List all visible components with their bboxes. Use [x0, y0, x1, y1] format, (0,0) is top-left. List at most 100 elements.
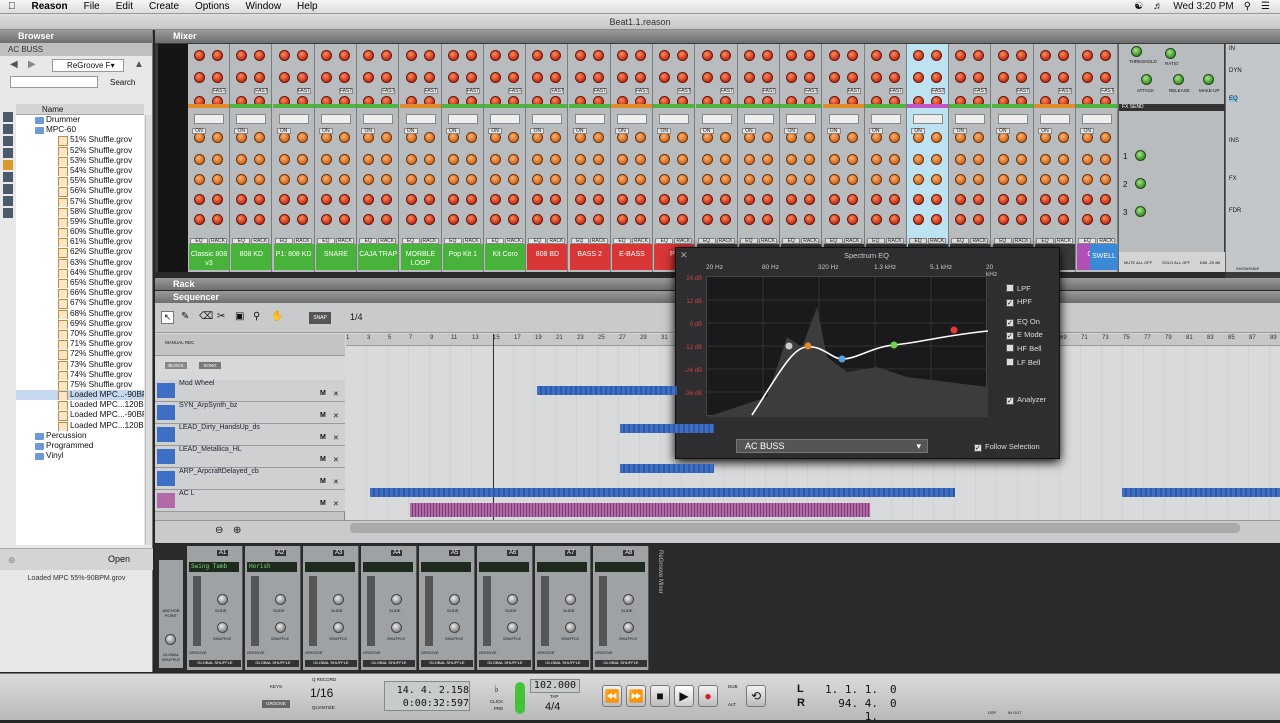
shortcut-icon[interactable]: [3, 124, 13, 134]
knob[interactable]: [1100, 214, 1112, 225]
knob[interactable]: [659, 174, 671, 185]
knob[interactable]: [677, 194, 689, 205]
shuffle-knob[interactable]: [275, 622, 286, 633]
knob[interactable]: [592, 50, 604, 61]
tree-file[interactable]: 53% Shuffle.grov: [16, 156, 144, 166]
checkbox-mark[interactable]: [1006, 284, 1014, 292]
magnify-tool-icon[interactable]: ⚲: [253, 311, 260, 322]
fast-button[interactable]: FAST: [888, 88, 903, 94]
knob[interactable]: [659, 214, 671, 225]
slide-knob[interactable]: [565, 594, 576, 605]
tree-file[interactable]: 57% Shuffle.grov: [16, 197, 144, 207]
groove-patch-display[interactable]: [421, 562, 471, 572]
tree-file[interactable]: 65% Shuffle.grov: [16, 278, 144, 289]
global-shuffle-toggle[interactable]: GLOBAL SHUFFLE: [189, 660, 241, 667]
snap-toggle[interactable]: SNAP: [309, 312, 331, 324]
tree-file[interactable]: Loaded MPC...120BPM.grov: [16, 400, 144, 411]
knob[interactable]: [931, 132, 943, 143]
groove-patch-display[interactable]: [305, 562, 355, 572]
knob[interactable]: [1015, 194, 1027, 205]
knob[interactable]: [405, 72, 417, 83]
knob[interactable]: [574, 154, 586, 165]
knob[interactable]: [1015, 214, 1027, 225]
knob[interactable]: [1100, 174, 1112, 185]
tree-file[interactable]: 75% Shuffle.grov: [16, 380, 144, 391]
filter-scope[interactable]: [194, 114, 224, 124]
knob[interactable]: [363, 50, 375, 61]
knob[interactable]: [761, 72, 773, 83]
knob[interactable]: [955, 154, 967, 165]
channel-fader[interactable]: [425, 576, 433, 646]
eq-band-handle[interactable]: [785, 342, 793, 350]
filter-scope[interactable]: [955, 114, 986, 124]
knob[interactable]: [870, 174, 882, 185]
fast-button[interactable]: FAST: [761, 88, 776, 94]
knob[interactable]: [677, 154, 689, 165]
fast-button[interactable]: FAST: [1015, 88, 1030, 94]
knob[interactable]: [254, 174, 266, 185]
knob[interactable]: [423, 194, 435, 205]
eq-curve-svg[interactable]: [707, 277, 989, 417]
tap-button[interactable]: TAP: [550, 694, 558, 699]
knob[interactable]: [888, 194, 900, 205]
channel-name-label[interactable]: Pop Kit 1: [442, 244, 483, 270]
sequencer-track[interactable]: LEAD_Metallica_HL M ✕: [155, 446, 345, 468]
channel-fader[interactable]: [541, 576, 549, 646]
channel-name-label[interactable]: BASS 2: [569, 244, 610, 270]
tree-file[interactable]: 74% Shuffle.grov: [16, 370, 144, 380]
eq-option-checkbox[interactable]: LPF: [1006, 284, 1031, 293]
slide-knob[interactable]: [275, 594, 286, 605]
global-shuffle-toggle[interactable]: GLOBAL SHUFFLE: [421, 660, 473, 667]
knob[interactable]: [828, 214, 840, 225]
apple-icon[interactable]: : [0, 1, 24, 12]
eq-band-handle[interactable]: [804, 342, 812, 350]
knob[interactable]: [532, 194, 544, 205]
checkbox-mark[interactable]: ✓: [1006, 299, 1014, 307]
slide-knob[interactable]: [507, 594, 518, 605]
fast-button[interactable]: FAST: [1100, 88, 1115, 94]
knob[interactable]: [381, 72, 393, 83]
knob[interactable]: [846, 214, 858, 225]
filter-scope[interactable]: [997, 114, 1028, 124]
knob[interactable]: [1058, 50, 1069, 61]
knob[interactable]: [194, 72, 205, 83]
dim-button[interactable]: DIM -20 dB: [1200, 260, 1220, 265]
knob[interactable]: [550, 214, 562, 225]
knob[interactable]: [423, 214, 435, 225]
on-button[interactable]: ON: [953, 128, 968, 134]
knob[interactable]: [617, 72, 628, 83]
filter-scope[interactable]: [870, 114, 901, 124]
knob[interactable]: [465, 214, 477, 225]
shuffle-knob[interactable]: [333, 622, 344, 633]
knob[interactable]: [338, 132, 350, 143]
knob[interactable]: [490, 174, 502, 185]
knob[interactable]: [1082, 154, 1094, 165]
sequencer-track[interactable]: ARP_ArpcraftDelayed_cb M ✕: [155, 468, 345, 490]
tab-ins[interactable]: INS: [1229, 138, 1239, 144]
knob[interactable]: [405, 214, 417, 225]
track-delete-icon[interactable]: ✕: [333, 500, 339, 508]
knob[interactable]: [973, 50, 985, 61]
tree-file[interactable]: 73% Shuffle.grov: [16, 360, 144, 370]
knob[interactable]: [212, 50, 223, 61]
fast-button[interactable]: FAST: [212, 88, 226, 94]
tree-folder[interactable]: Programmed: [16, 441, 144, 451]
note-clip[interactable]: [537, 386, 677, 395]
filter-scope[interactable]: [278, 114, 309, 124]
knob[interactable]: [677, 72, 689, 83]
knob[interactable]: [1100, 154, 1112, 165]
channel-fader[interactable]: [599, 576, 607, 646]
knob[interactable]: [381, 132, 393, 143]
knob[interactable]: [931, 50, 943, 61]
eq-band-handle[interactable]: [838, 355, 846, 363]
knob[interactable]: [701, 214, 713, 225]
pencil-tool-icon[interactable]: ✎: [181, 311, 189, 322]
sequencer-track[interactable]: AC L M ✕: [155, 490, 345, 512]
show-hide-label[interactable]: SHOW/HIDE: [1236, 266, 1259, 271]
knob[interactable]: [532, 214, 544, 225]
knob[interactable]: [254, 50, 266, 61]
knob[interactable]: [278, 214, 290, 225]
on-button[interactable]: ON: [403, 128, 418, 134]
sequencer-track[interactable]: SYN_ArpSynth_bz M ✕: [155, 402, 345, 424]
knob[interactable]: [870, 50, 882, 61]
